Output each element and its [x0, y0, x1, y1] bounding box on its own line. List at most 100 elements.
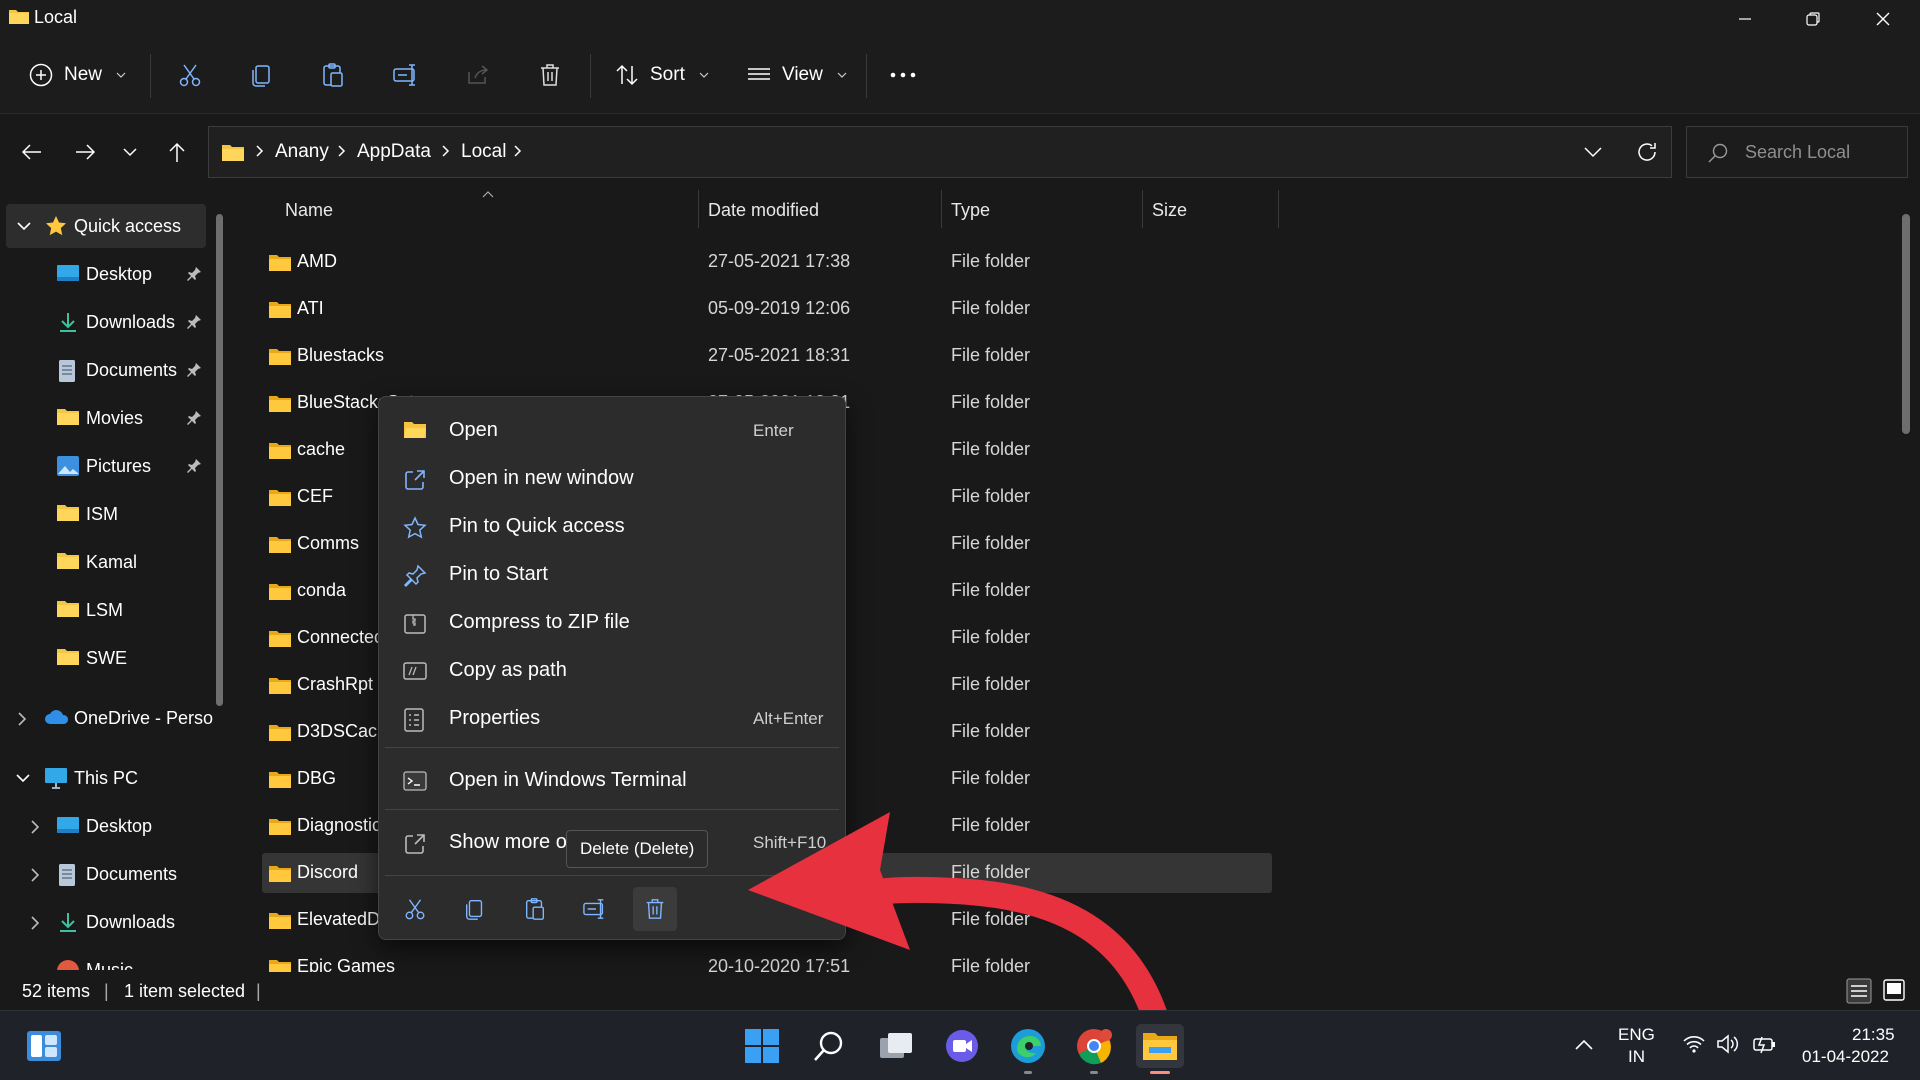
sidebar-item-swe[interactable]: SWE	[0, 636, 212, 680]
column-header-name[interactable]: Name	[285, 200, 333, 221]
sidebar-label: Downloads	[86, 912, 176, 932]
more-options-button[interactable]	[888, 52, 918, 98]
clock-time[interactable]: 21:35	[1852, 1025, 1895, 1045]
file-list-scrollbar[interactable]	[1902, 214, 1910, 434]
column-header-size[interactable]: Size	[1152, 200, 1187, 221]
search-taskbar-button[interactable]	[807, 1024, 851, 1068]
chevron-right-icon	[441, 144, 451, 158]
breadcrumb-local[interactable]: Local	[461, 141, 506, 163]
folder-icon	[268, 817, 292, 837]
new-label: New	[64, 64, 103, 85]
file-type: File folder	[951, 580, 1031, 600]
teams-chat-button[interactable]	[940, 1024, 984, 1068]
paste-button[interactable]	[320, 52, 346, 98]
menu-paste-button[interactable]	[513, 887, 557, 931]
details-view-button[interactable]	[1846, 978, 1872, 1004]
refresh-button[interactable]	[1635, 140, 1659, 164]
volume-icon[interactable]	[1716, 1034, 1740, 1054]
sort-button[interactable]: Sort	[614, 52, 709, 98]
sidebar-item-pictures[interactable]: Pictures	[0, 444, 212, 488]
folder-icon	[56, 647, 80, 667]
sidebar-item-onedrive[interactable]: OneDrive - Perso	[0, 696, 213, 740]
breadcrumb-appdata[interactable]: AppData	[357, 141, 431, 163]
cut-button[interactable]	[177, 52, 203, 98]
file-row[interactable]: Bluestacks 27-05-2021 18:31 File folder	[262, 336, 1272, 376]
large-icons-view-button[interactable]	[1882, 978, 1906, 1002]
sidebar-item-documents[interactable]: Documents	[0, 348, 212, 392]
new-button[interactable]: New	[28, 52, 126, 98]
column-divider[interactable]	[941, 190, 942, 228]
menu-item-open[interactable]: Open Enter	[385, 408, 839, 452]
menu-rename-button[interactable]	[573, 887, 617, 931]
forward-button[interactable]	[65, 132, 105, 172]
menu-copy-button[interactable]	[453, 887, 497, 931]
pin-icon	[186, 314, 202, 330]
start-button[interactable]	[740, 1024, 784, 1068]
file-row[interactable]: ATI 05-09-2019 12:06 File folder	[262, 289, 1272, 329]
show-hidden-icons-button[interactable]	[1574, 1037, 1594, 1051]
address-row: Anany AppData Local Search Local	[0, 114, 1920, 188]
menu-delete-button[interactable]	[633, 887, 677, 931]
edge-button[interactable]	[1006, 1024, 1050, 1074]
language-code[interactable]: ENG	[1618, 1025, 1655, 1045]
menu-item-pin-start[interactable]: Pin to Start	[385, 552, 839, 596]
file-explorer-button[interactable]	[1136, 1024, 1184, 1074]
sidebar-item-this-pc[interactable]: This PC	[0, 756, 212, 800]
file-row[interactable]: AMD 27-05-2021 17:38 File folder	[262, 242, 1272, 282]
menu-item-compress-zip[interactable]: Compress to ZIP file	[385, 600, 839, 644]
view-button[interactable]: View	[746, 52, 847, 98]
copy-button[interactable]	[249, 52, 275, 98]
sidebar-item-desktop[interactable]: Desktop	[0, 252, 212, 296]
window-title: Local	[34, 7, 78, 27]
view-label: View	[782, 64, 823, 85]
column-divider[interactable]	[1278, 190, 1279, 228]
menu-item-open-new-window[interactable]: Open in new window	[385, 456, 839, 500]
sidebar-item-ism[interactable]: ISM	[0, 492, 212, 536]
region-code[interactable]: IN	[1628, 1047, 1645, 1067]
menu-item-pin-quick-access[interactable]: Pin to Quick access	[385, 504, 839, 548]
clock-date[interactable]: 01-04-2022	[1802, 1047, 1889, 1067]
column-header-date[interactable]: Date modified	[708, 200, 819, 221]
sidebar-item-movies[interactable]: Movies	[0, 396, 212, 440]
menu-item-label: Pin to Start	[449, 563, 548, 585]
widgets-button[interactable]	[22, 1024, 66, 1068]
search-input[interactable]: Search Local	[1686, 126, 1908, 178]
file-name: AMD	[297, 251, 337, 271]
minimize-button[interactable]	[1710, 0, 1780, 38]
breadcrumb-anany[interactable]: Anany	[275, 141, 329, 163]
delete-button[interactable]	[537, 52, 563, 98]
folder-icon	[56, 503, 80, 523]
task-view-button[interactable]	[874, 1024, 918, 1068]
column-header-type[interactable]: Type	[951, 200, 990, 221]
column-divider[interactable]	[1142, 190, 1143, 228]
sidebar-scrollbar[interactable]	[216, 214, 223, 706]
battery-icon[interactable]	[1752, 1034, 1778, 1054]
column-divider[interactable]	[698, 190, 699, 228]
sidebar-item-pc-music[interactable]: Music	[0, 948, 212, 970]
sidebar-item-lsm[interactable]: LSM	[0, 588, 212, 632]
sidebar-item-downloads[interactable]: Downloads	[0, 300, 212, 344]
share-button[interactable]	[465, 52, 491, 98]
menu-item-copy-path[interactable]: Copy as path	[385, 648, 839, 692]
menu-item-properties[interactable]: Properties Alt+Enter	[385, 696, 839, 740]
chrome-button[interactable]	[1072, 1024, 1116, 1074]
refresh-icon	[1638, 143, 1656, 161]
folder-icon	[268, 488, 292, 508]
back-button[interactable]	[12, 132, 52, 172]
up-button[interactable]	[157, 132, 197, 172]
menu-cut-button[interactable]	[393, 887, 437, 931]
wifi-icon[interactable]	[1682, 1034, 1706, 1054]
sidebar-item-pc-documents[interactable]: Documents	[0, 852, 212, 896]
menu-item-open-terminal[interactable]: Open in Windows Terminal	[385, 758, 839, 802]
sidebar-item-pc-desktop[interactable]: Desktop	[0, 804, 212, 848]
address-bar[interactable]: Anany AppData Local	[208, 126, 1672, 178]
sidebar-item-pc-downloads[interactable]: Downloads	[0, 900, 212, 944]
close-button[interactable]	[1848, 0, 1918, 38]
arrow-up-icon	[169, 142, 185, 162]
recent-locations-button[interactable]	[110, 132, 150, 172]
sidebar-item-kamal[interactable]: Kamal	[0, 540, 212, 584]
rename-button[interactable]	[392, 52, 420, 98]
restore-button[interactable]	[1778, 0, 1848, 38]
sidebar-item-quick-access[interactable]: Quick access	[6, 204, 206, 248]
address-history-button[interactable]	[1583, 143, 1603, 161]
